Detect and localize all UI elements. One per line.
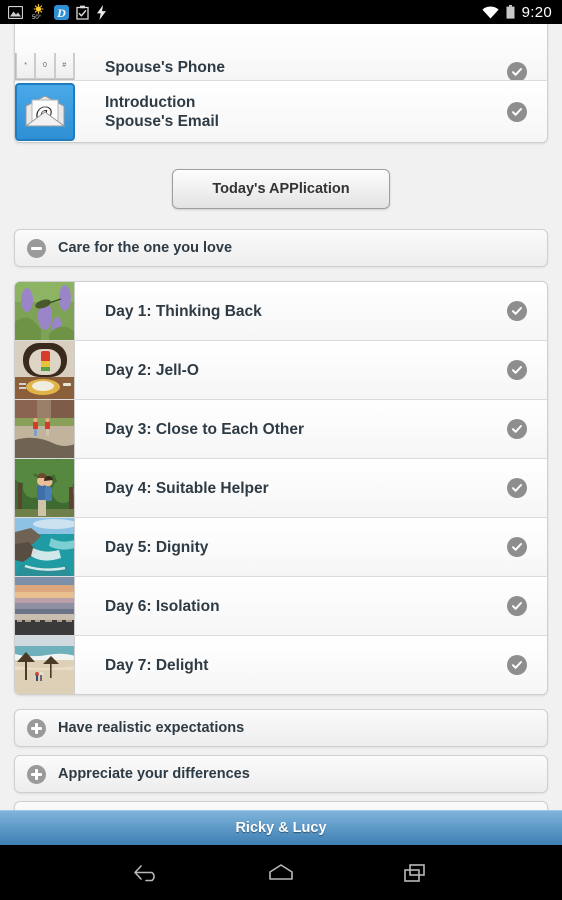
scroll-content[interactable]: 7 8 9 * 0 # Spouse's Phone: [0, 24, 562, 810]
list-item-label: Day 1: Thinking Back: [105, 302, 262, 320]
completed-check-icon: [507, 301, 527, 321]
dialpad-key: #: [54, 53, 74, 79]
list-item-day-1[interactable]: Day 1: Thinking Back: [15, 282, 547, 340]
list-item-day-4[interactable]: Day 4: Suitable Helper: [15, 458, 547, 517]
dialpad-key: *: [16, 53, 36, 79]
list-item-label: Day 7: Delight: [105, 656, 209, 674]
dialpad-key: 0: [35, 53, 55, 79]
completed-check-icon: [507, 596, 527, 616]
footer-bar[interactable]: Ricky & Lucy: [0, 810, 562, 845]
wifi-icon: [481, 5, 499, 19]
list-item-label: Day 3: Close to Each Other: [105, 420, 304, 438]
android-app-screen: 50° D 9:20 * 0 # Spouse's Phone Introduc…: [0, 0, 562, 900]
section-header-care-for-the-one-you-love[interactable]: Care for the one you love: [14, 229, 548, 267]
recent-apps-button[interactable]: [387, 853, 443, 893]
day-list-card: Day 1: Thinking Back Day 2: Jell-O Day 3…: [14, 281, 548, 695]
list-item-subtitle: Spouse's Email: [105, 112, 219, 130]
back-arrow-icon: [134, 864, 155, 881]
couple-forest-photo: [15, 459, 75, 517]
list-item-label: Spouse's Phone: [105, 59, 225, 76]
intro-contact-card: 7 8 9 * 0 # Spouse's Phone: [14, 24, 548, 143]
todays-application-button[interactable]: Today's APPlication: [172, 169, 390, 209]
weather-icon: 50°: [32, 4, 44, 20]
completed-check-icon: [507, 419, 527, 439]
list-item-day-7[interactable]: Day 7: Delight: [15, 635, 547, 694]
back-button[interactable]: [119, 853, 175, 893]
section-header-label: Have realistic expectations: [58, 720, 245, 736]
list-item-day-6[interactable]: Day 6: Isolation: [15, 576, 547, 635]
status-bar-clock: 9:20: [521, 3, 552, 21]
couple-hiking-photo: [15, 400, 75, 458]
completed-check-icon: [507, 101, 527, 122]
dialpad-icon: 7 8 9 * 0 #: [15, 53, 75, 80]
collapsed-sections: Have realistic expectations Appreciate y…: [0, 709, 562, 810]
svg-text:D: D: [56, 6, 66, 20]
section-header-label: Appreciate your differences: [58, 766, 250, 782]
list-item-spouses-email[interactable]: @ Introduction Spouse's Email: [15, 80, 547, 142]
list-item-title: Introduction: [105, 93, 196, 111]
task-clipboard-icon: [76, 5, 89, 20]
usb-debug-bolt-icon: [97, 4, 106, 20]
sunset-beach-photo: [15, 577, 75, 635]
status-bar-notification-icons: 50° D: [0, 4, 107, 20]
list-item-label: Day 6: Isolation: [105, 597, 220, 615]
completed-check-icon: [507, 62, 527, 82]
home-button[interactable]: [253, 853, 309, 893]
list-item-label: Introduction Spouse's Email: [75, 93, 507, 131]
todays-application-button-wrapper: Today's APPlication: [0, 143, 562, 229]
screenshot-icon: [8, 5, 23, 19]
home-icon: [269, 863, 293, 880]
section-header-the-enemy-is-not-your-spouse[interactable]: The enemy is not your spouse: [14, 801, 548, 810]
status-bar-system-icons: 9:20: [481, 3, 562, 21]
list-item-spouses-phone[interactable]: 7 8 9 * 0 # Spouse's Phone: [15, 24, 547, 82]
coastal-cliffs-photo: [15, 518, 75, 576]
list-item-label: Day 5: Dignity: [105, 538, 209, 556]
svg-text:50°: 50°: [32, 15, 42, 20]
footer-title: Ricky & Lucy: [235, 820, 327, 836]
plus-circle-icon: [27, 718, 46, 738]
list-item-label: Day 4: Suitable Helper: [105, 479, 269, 497]
completed-check-icon: [507, 655, 527, 675]
section-header-have-realistic-expectations[interactable]: Have realistic expectations: [14, 709, 548, 747]
list-item-day-2[interactable]: Day 2: Jell-O: [15, 340, 547, 399]
section-header-label: Care for the one you love: [58, 240, 233, 256]
section-header-appreciate-your-differences[interactable]: Appreciate your differences: [14, 755, 548, 793]
hummingbird-lavender-photo: [15, 282, 75, 340]
status-bar: 50° D 9:20: [0, 0, 562, 24]
recent-apps-icon: [404, 863, 425, 882]
completed-check-icon: [507, 537, 527, 557]
dining-table-jello-photo: [15, 341, 75, 399]
beach-umbrellas-photo: [15, 636, 75, 694]
list-item-label: Day 2: Jell-O: [105, 361, 199, 379]
email-envelope-icon: @: [15, 82, 75, 141]
list-item-day-5[interactable]: Day 5: Dignity: [15, 517, 547, 576]
completed-check-icon: [507, 478, 527, 498]
battery-icon: [506, 5, 515, 19]
list-item-day-3[interactable]: Day 3: Close to Each Other: [15, 399, 547, 458]
dictionary-app-icon: D: [54, 4, 69, 20]
completed-check-icon: [507, 360, 527, 380]
minus-circle-icon: [27, 238, 46, 258]
android-navigation-bar: [0, 845, 562, 900]
plus-circle-icon: [27, 764, 46, 784]
